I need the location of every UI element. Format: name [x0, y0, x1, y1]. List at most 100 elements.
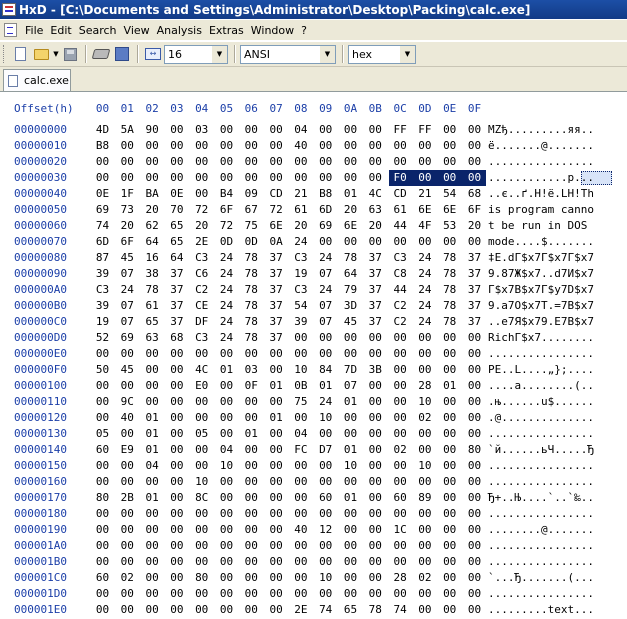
hex-byte[interactable]: 00: [218, 426, 235, 442]
hex-byte[interactable]: 20: [119, 218, 136, 234]
hex-byte[interactable]: 00: [342, 586, 359, 602]
hex-byte[interactable]: 1F: [119, 186, 136, 202]
hex-byte[interactable]: 64: [168, 250, 185, 266]
hex-byte[interactable]: 00: [119, 346, 136, 362]
hex-byte[interactable]: 78: [342, 250, 359, 266]
chevron-down-icon[interactable]: ▼: [400, 45, 415, 63]
hex-byte[interactable]: 00: [144, 138, 161, 154]
hex-byte[interactable]: 00: [317, 458, 334, 474]
hex-byte[interactable]: 00: [392, 154, 409, 170]
hex-byte[interactable]: 00: [218, 154, 235, 170]
hex-byte[interactable]: 44: [392, 218, 409, 234]
hex-byte[interactable]: 00: [342, 410, 359, 426]
hex-byte[interactable]: 00: [416, 538, 433, 554]
hex-byte[interactable]: 00: [441, 330, 458, 346]
ascii-text[interactable]: PE..L....„};....: [488, 362, 594, 378]
hex-byte[interactable]: 78: [441, 314, 458, 330]
hex-byte[interactable]: 00: [292, 490, 309, 506]
hex-byte[interactable]: 00: [268, 426, 285, 442]
hex-byte[interactable]: C3: [94, 282, 111, 298]
tab-calc-exe[interactable]: calc.exe: [3, 69, 71, 91]
hex-byte[interactable]: 00: [367, 138, 384, 154]
hex-byte[interactable]: 00: [168, 442, 185, 458]
hex-byte[interactable]: 69: [119, 330, 136, 346]
menu-view[interactable]: View: [121, 24, 154, 37]
hex-byte[interactable]: 00: [168, 474, 185, 490]
hex-byte[interactable]: 00: [416, 506, 433, 522]
hex-byte[interactable]: 00: [441, 426, 458, 442]
ascii-text[interactable]: RichГ$x7........: [488, 330, 594, 346]
menu-edit[interactable]: Edit: [47, 24, 75, 37]
hex-byte[interactable]: 00: [144, 554, 161, 570]
hex-byte[interactable]: 24: [218, 250, 235, 266]
hex-byte[interactable]: 00: [367, 522, 384, 538]
hex-byte[interactable]: 6F: [466, 202, 483, 218]
hex-byte[interactable]: 00: [367, 586, 384, 602]
hex-byte[interactable]: 02: [392, 442, 409, 458]
hex-byte[interactable]: 00: [144, 378, 161, 394]
hex-byte[interactable]: 00: [292, 570, 309, 586]
hex-row[interactable]: 00000190 00 00 00 00 00 00 00 00 40 12 00 00 1C 00 00 00…: [0, 522, 627, 538]
ascii-text[interactable]: ....а........(..: [488, 378, 594, 394]
hex-byte[interactable]: 37: [268, 266, 285, 282]
hex-byte[interactable]: 00: [94, 410, 111, 426]
hex-byte[interactable]: 69: [94, 202, 111, 218]
hex-byte[interactable]: 00: [342, 154, 359, 170]
hex-byte[interactable]: 00: [119, 426, 136, 442]
menu-extras[interactable]: Extras: [206, 24, 248, 37]
hex-byte[interactable]: 01: [243, 426, 260, 442]
hex-byte[interactable]: 00: [367, 554, 384, 570]
hex-byte[interactable]: 00: [317, 554, 334, 570]
hex-byte[interactable]: 01: [144, 410, 161, 426]
hex-row[interactable]: 00000020 00 00 00 00 00 00 00 00 00 00 00 00 00 00 00 00…: [0, 154, 627, 170]
hex-byte[interactable]: 00: [94, 346, 111, 362]
hex-byte[interactable]: 00: [466, 490, 483, 506]
hex-byte[interactable]: 10: [292, 362, 309, 378]
hex-byte[interactable]: 00: [367, 570, 384, 586]
hex-byte[interactable]: 37: [168, 266, 185, 282]
hex-byte[interactable]: 00: [317, 234, 334, 250]
hex-byte[interactable]: 00: [193, 458, 210, 474]
hex-byte[interactable]: 24: [218, 282, 235, 298]
bytes-per-row-button[interactable]: ↔: [143, 44, 163, 64]
charset-select[interactable]: ANSI ▼: [240, 44, 336, 64]
hex-byte[interactable]: 20: [342, 202, 359, 218]
hex-byte[interactable]: CE: [193, 298, 210, 314]
hex-byte[interactable]: 00: [94, 602, 111, 618]
hex-byte[interactable]: 45: [119, 250, 136, 266]
hex-byte[interactable]: 00: [218, 554, 235, 570]
ascii-text[interactable]: ..є..ґ.Н!ё.LН!Th: [488, 186, 594, 202]
hex-byte[interactable]: 00: [317, 586, 334, 602]
hex-byte[interactable]: 5A: [119, 122, 136, 138]
hex-byte[interactable]: 24: [317, 282, 334, 298]
hex-byte[interactable]: 37: [367, 250, 384, 266]
hex-byte[interactable]: 00: [94, 506, 111, 522]
hex-byte[interactable]: 00: [392, 362, 409, 378]
hex-byte[interactable]: 00: [268, 458, 285, 474]
hex-byte[interactable]: 63: [144, 330, 161, 346]
hex-byte[interactable]: 00: [367, 458, 384, 474]
hex-byte[interactable]: 00: [441, 234, 458, 250]
hex-byte[interactable]: 00: [416, 426, 433, 442]
hex-byte[interactable]: 00: [243, 506, 260, 522]
hex-byte[interactable]: 00: [218, 506, 235, 522]
hex-byte[interactable]: 00: [268, 538, 285, 554]
hex-byte[interactable]: 00: [193, 138, 210, 154]
hex-byte[interactable]: 74: [392, 602, 409, 618]
hex-byte[interactable]: 00: [292, 410, 309, 426]
hex-byte[interactable]: 40: [292, 522, 309, 538]
hex-byte[interactable]: 00: [243, 154, 260, 170]
hex-byte[interactable]: 00: [193, 394, 210, 410]
menu-search[interactable]: Search: [76, 24, 121, 37]
hex-byte[interactable]: 00: [243, 602, 260, 618]
hex-row[interactable]: 00000160 00 00 00 00 10 00 00 00 00 00 00 00 00 00 00 00…: [0, 474, 627, 490]
hex-byte[interactable]: 00: [193, 554, 210, 570]
hex-byte[interactable]: 37: [168, 314, 185, 330]
hex-byte[interactable]: 69: [317, 218, 334, 234]
hex-byte[interactable]: 00: [367, 154, 384, 170]
hex-byte[interactable]: 00: [94, 554, 111, 570]
open-ram-button[interactable]: [112, 44, 132, 64]
hex-byte[interactable]: CD: [392, 186, 409, 202]
hex-row[interactable]: 000000B0 39 07 61 37 CE 24 78 37 54 07 3D 37 C2 24 78 37…: [0, 298, 627, 314]
hex-byte[interactable]: 00: [268, 474, 285, 490]
